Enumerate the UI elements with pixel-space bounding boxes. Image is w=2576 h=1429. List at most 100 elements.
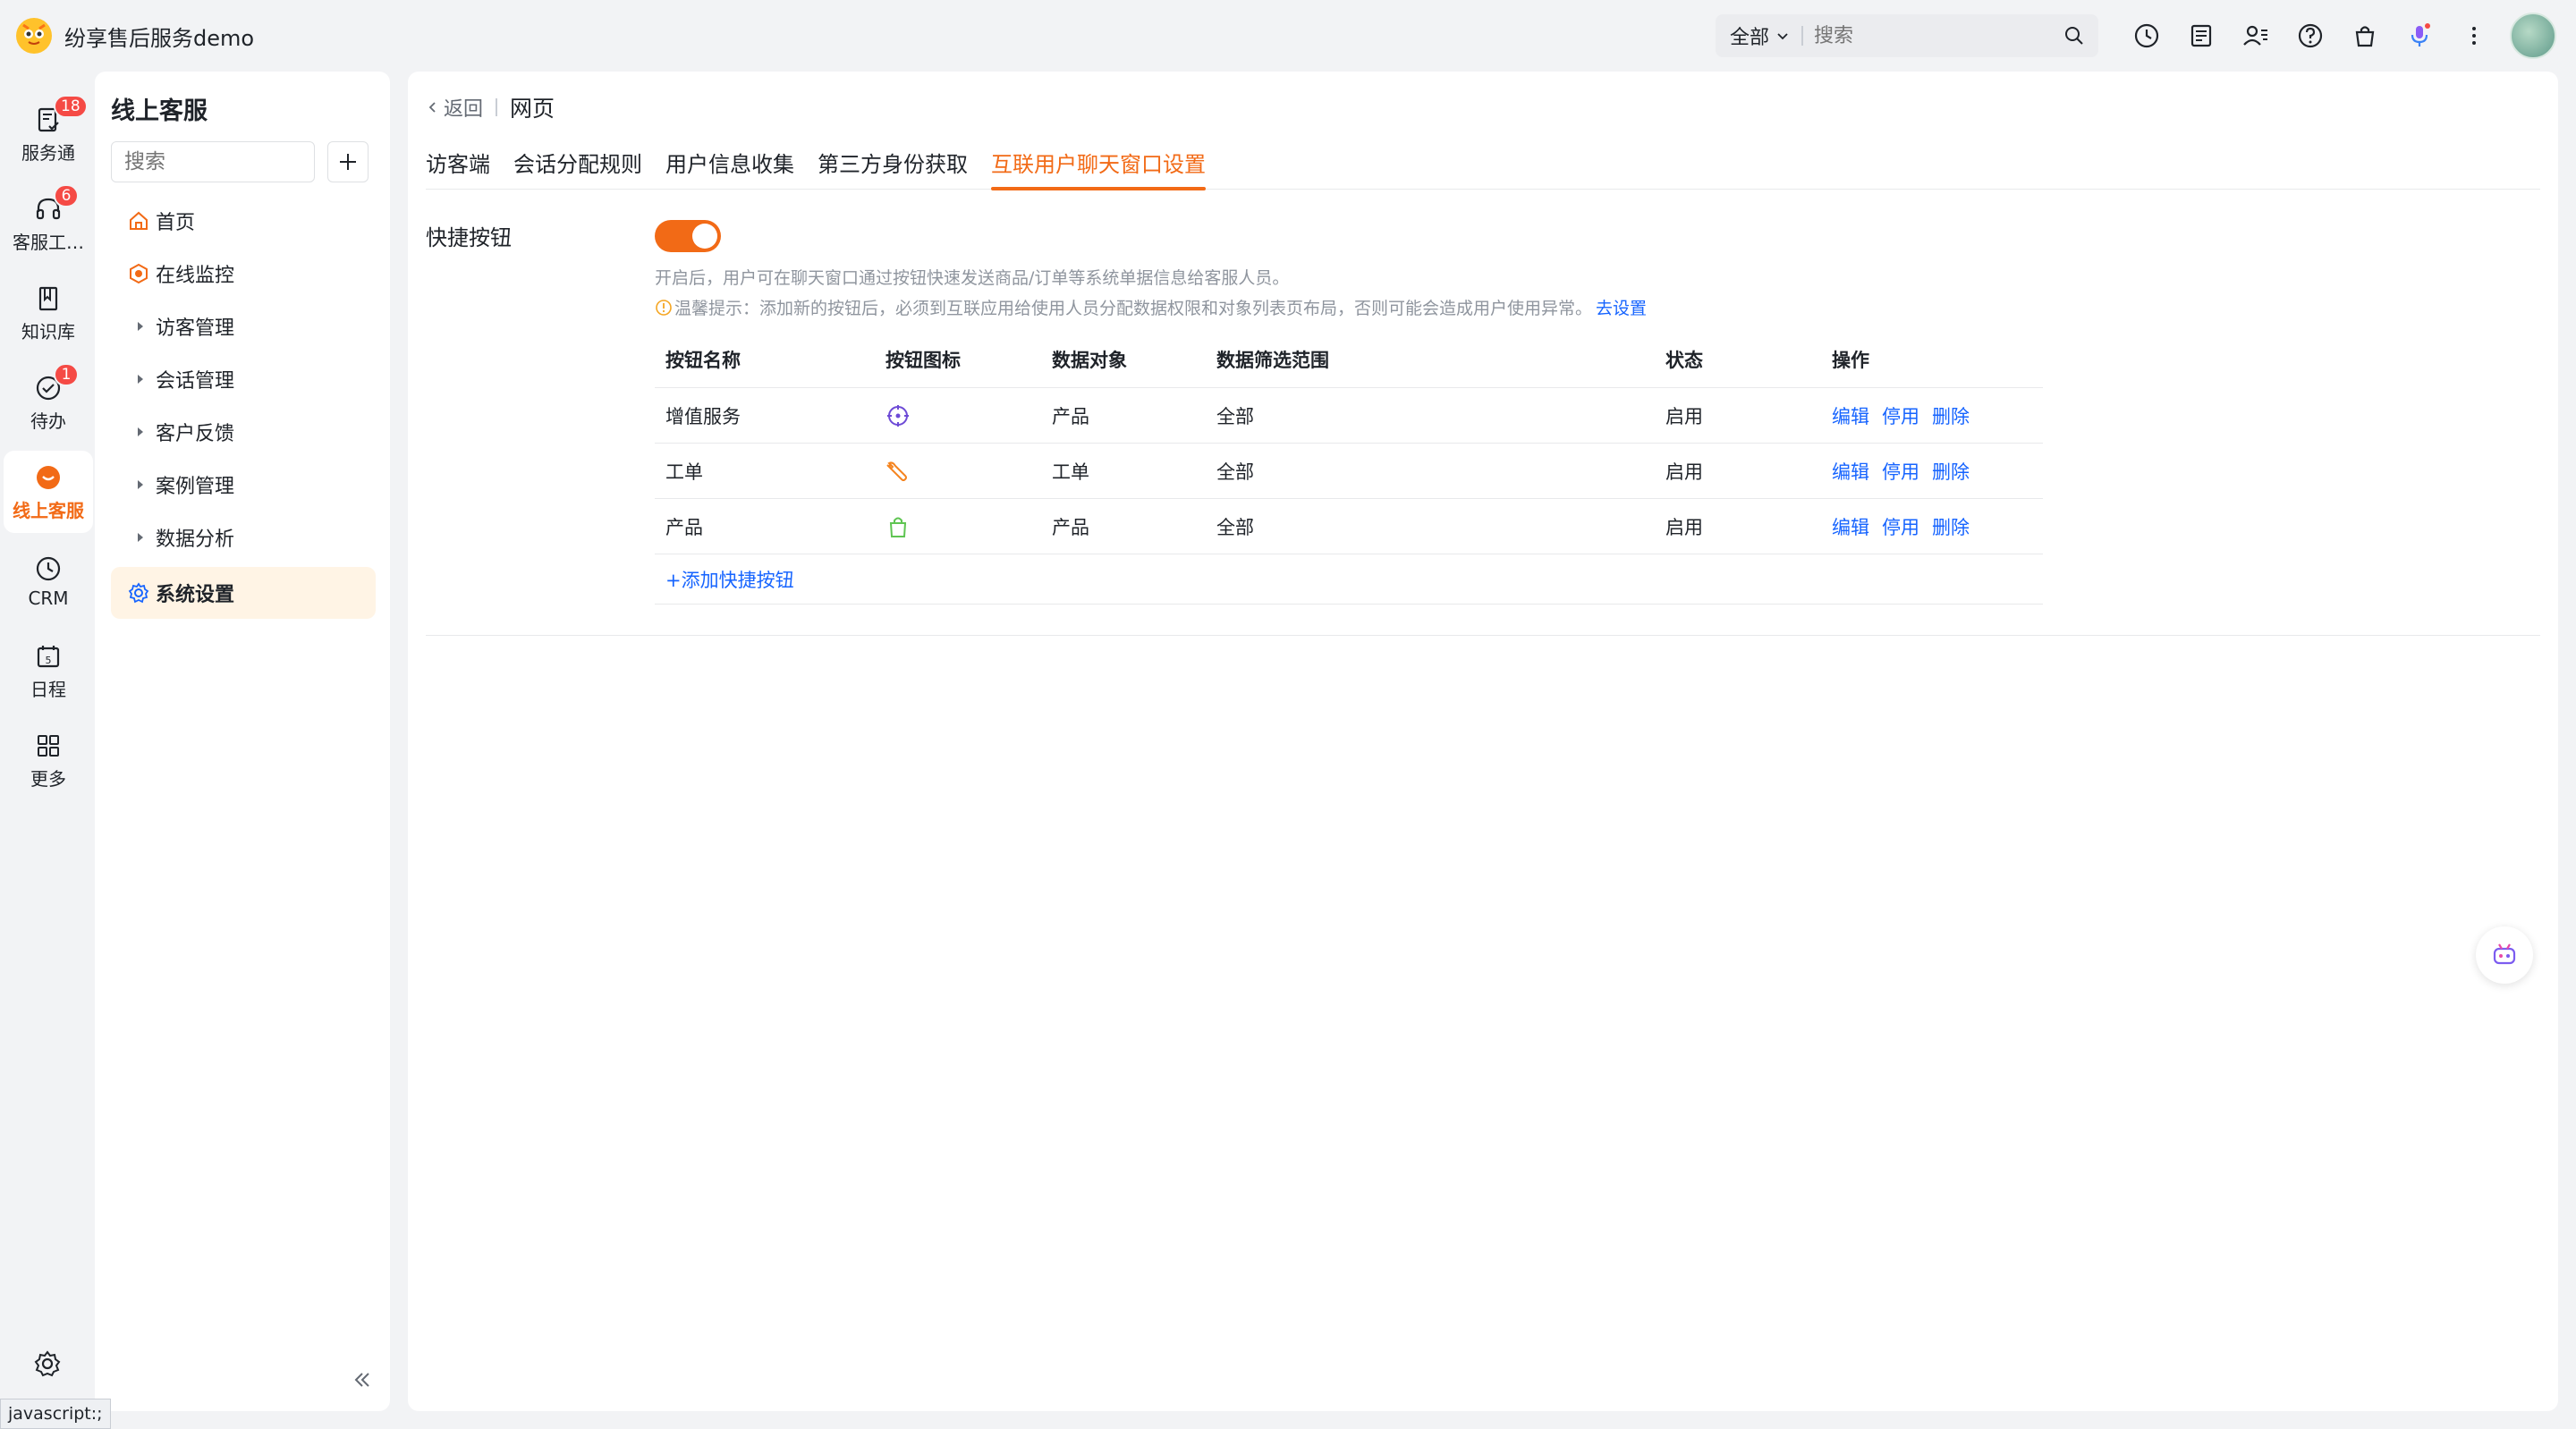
chevron-down-icon [1777, 33, 1788, 40]
tab-chat-window-settings[interactable]: 互联用户聊天窗口设置 [991, 141, 1206, 190]
button-name-cell: 工单 [665, 461, 703, 483]
tab-visitor-side[interactable]: 访客端 [426, 141, 490, 190]
add-quick-button-row: +添加快捷按钮 [655, 554, 2043, 605]
nav-item-label: 服务通 [21, 141, 75, 164]
settings-tabs: 访客端 会话分配规则 用户信息收集 第三方身份获取 互联用户聊天窗口设置 [426, 141, 2540, 190]
search-scope-select[interactable]: 全部 [1716, 21, 1791, 50]
disable-button[interactable]: 停用 [1882, 513, 1919, 540]
button-icon-cell [875, 403, 1041, 428]
edit-button[interactable]: 编辑 [1832, 458, 1869, 485]
more-icon [2472, 27, 2476, 45]
caret-right-icon [138, 322, 143, 331]
column-header: 状态 [1665, 349, 1703, 371]
contacts-icon [2243, 25, 2267, 46]
disable-button[interactable]: 停用 [1882, 458, 1919, 485]
clock-icon [2134, 23, 2159, 48]
edit-button[interactable]: 编辑 [1832, 402, 1869, 429]
voice-assistant-button[interactable] [2402, 18, 2437, 54]
search-input[interactable] [1814, 24, 2063, 47]
column-header: 按钮图标 [886, 349, 961, 371]
settings-icon [128, 582, 149, 604]
table-row: 增值服务 产品 全部 启用 编辑 停用 删除 [655, 388, 2043, 444]
column-header: 数据筛选范围 [1216, 349, 1329, 371]
warning-tip-text: 温馨提示：添加新的按钮后，必须到互联应用给使用人员分配数据权限和对象列表页布局，… [674, 299, 1593, 318]
status-cell: 启用 [1665, 461, 1703, 483]
table-header: 按钮名称 按钮图标 数据对象 数据筛选范围 状态 操作 [655, 331, 2043, 388]
svg-text:5: 5 [46, 655, 52, 666]
search-divider [1801, 26, 1804, 46]
search-icon[interactable] [2063, 24, 2086, 47]
gear-icon[interactable] [32, 1349, 63, 1379]
quick-buttons-label: 快捷按钮 [426, 225, 512, 250]
top-toolbar [2129, 18, 2511, 54]
nav-item-label: 日程 [30, 678, 66, 700]
app-logo-icon[interactable] [16, 18, 52, 54]
main-panel: 返回 网页 访客端 会话分配规则 用户信息收集 第三方身份获取 互联用户聊天窗口… [408, 72, 2558, 1411]
button-icon-cell [875, 514, 1041, 539]
delete-button[interactable]: 删除 [1932, 513, 1970, 540]
ai-assistant-button[interactable] [2476, 926, 2533, 984]
delete-button[interactable]: 删除 [1932, 402, 1970, 429]
quick-buttons-toggle[interactable] [655, 220, 721, 252]
sidebar-search-input[interactable] [111, 141, 315, 182]
book-icon [38, 286, 58, 310]
sidebar-item-visitors[interactable]: 访客管理 [111, 300, 376, 352]
nav-item-online-service[interactable]: 线上客服 [4, 451, 93, 533]
sidebar-item-settings[interactable]: 系统设置 [111, 567, 376, 619]
edit-button[interactable]: 编辑 [1832, 513, 1869, 540]
nav-item-label: 待办 [30, 410, 66, 432]
module-sidebar: 线上客服 首页 在线监控 访客管理 会话管理 客户反馈 案例管理 数据分析 系统… [95, 72, 390, 1411]
nav-item-label: CRM [28, 588, 69, 609]
tab-assignment-rules[interactable]: 会话分配规则 [513, 141, 642, 190]
nav-item-agent-workbench[interactable]: 客服工… 6 [4, 182, 93, 265]
monitor-icon [130, 263, 148, 284]
back-link[interactable]: 返回 [426, 93, 483, 122]
warning-icon [656, 299, 672, 316]
nav-item-knowledge[interactable]: 知识库 [4, 272, 93, 354]
delete-button[interactable]: 删除 [1932, 458, 1970, 485]
sidebar-item-sessions[interactable]: 会话管理 [111, 353, 376, 405]
sidebar-item-monitor[interactable]: 在线监控 [111, 248, 376, 300]
contacts-button[interactable] [2238, 18, 2274, 54]
sidebar-item-analytics[interactable]: 数据分析 [111, 512, 376, 563]
more-button[interactable] [2456, 18, 2492, 54]
nav-item-more[interactable]: 更多 [4, 719, 93, 801]
history-button[interactable] [2129, 18, 2165, 54]
caret-right-icon [138, 427, 143, 436]
disable-button[interactable]: 停用 [1882, 402, 1919, 429]
column-header: 数据对象 [1052, 349, 1127, 371]
notes-button[interactable] [2183, 18, 2219, 54]
plus-icon [340, 154, 356, 170]
avatar[interactable] [2510, 13, 2556, 59]
global-search: 全部 [1716, 14, 2098, 57]
quick-buttons-table: 按钮名称 按钮图标 数据对象 数据筛选范围 状态 操作 增值服务 产品 全部 启… [655, 331, 2043, 605]
app-title: 纷享售后服务demo [64, 25, 255, 51]
sidebar-item-label: 客户反馈 [156, 423, 235, 445]
chevron-left-icon [428, 102, 436, 113]
nav-item-crm[interactable]: CRM [4, 540, 93, 622]
nav-badge: 6 [54, 184, 79, 207]
sidebar-item-label: 在线监控 [156, 265, 235, 287]
tab-user-info[interactable]: 用户信息收集 [665, 141, 794, 190]
add-quick-button-link[interactable]: +添加快捷按钮 [665, 566, 794, 593]
actions-cell: 编辑 停用 删除 [1821, 513, 2043, 540]
shop-button[interactable] [2347, 18, 2383, 54]
help-button[interactable] [2292, 18, 2328, 54]
collapse-sidebar-icon[interactable] [349, 1366, 376, 1393]
sidebar-item-feedback[interactable]: 客户反馈 [111, 406, 376, 458]
sidebar-item-cases[interactable]: 案例管理 [111, 459, 376, 511]
sidebar-item-label: 数据分析 [156, 528, 235, 551]
microphone-icon [2411, 23, 2430, 47]
nav-item-label: 线上客服 [13, 499, 84, 521]
nav-item-service[interactable]: 服务通 18 [4, 93, 93, 175]
status-bar: javascript:; [0, 1399, 111, 1429]
sidebar-add-button[interactable] [327, 141, 369, 182]
sidebar-item-home[interactable]: 首页 [111, 195, 376, 247]
status-cell: 启用 [1665, 516, 1703, 538]
breadcrumb: 返回 网页 [426, 91, 555, 123]
quick-buttons-description: 开启后，用户可在聊天窗口通过按钮快速发送商品/订单等系统单据信息给客服人员。 [655, 268, 1290, 288]
nav-item-calendar[interactable]: 5 日程 [4, 630, 93, 712]
tab-third-party-identity[interactable]: 第三方身份获取 [818, 141, 968, 190]
nav-item-todo[interactable]: 待办 1 [4, 361, 93, 444]
go-settings-link[interactable]: 去设置 [1596, 295, 1647, 319]
